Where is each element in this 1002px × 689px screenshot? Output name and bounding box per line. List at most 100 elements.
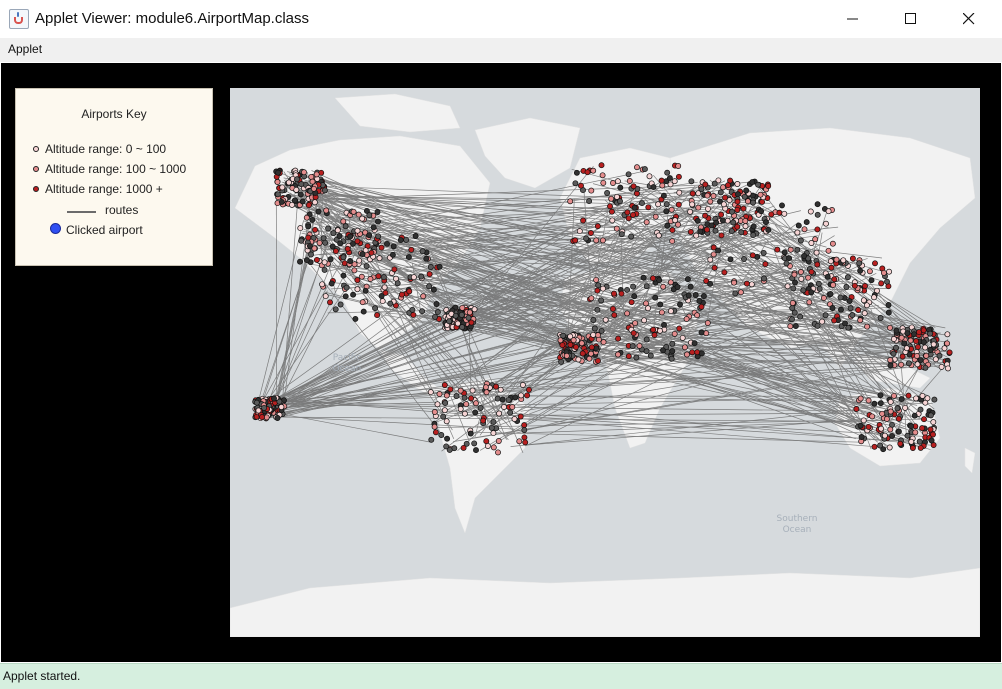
airport-marker	[661, 322, 666, 327]
airport-marker	[845, 275, 850, 280]
airport-marker	[680, 335, 685, 340]
airport-marker	[906, 393, 911, 398]
airport-marker	[458, 406, 463, 411]
airport-marker	[603, 317, 608, 322]
airport-marker	[670, 349, 675, 354]
airport-marker	[807, 300, 812, 305]
close-button[interactable]	[946, 0, 992, 38]
airport-marker	[381, 275, 386, 280]
airport-marker	[928, 347, 933, 352]
clicked-airport-label: Clicked airport	[66, 223, 143, 237]
airport-marker	[808, 209, 813, 214]
airport-marker	[314, 172, 319, 177]
airport-marker	[498, 387, 503, 392]
airport-marker	[893, 345, 898, 350]
key-row-low: Altitude range: 0 ~ 100	[45, 142, 166, 156]
airport-marker	[695, 218, 700, 223]
airport-marker	[815, 212, 820, 217]
airport-marker	[829, 265, 834, 270]
airport-marker	[664, 202, 669, 207]
airport-marker	[909, 424, 914, 429]
airport-marker	[858, 396, 863, 401]
airport-marker	[577, 229, 582, 234]
airport-marker	[614, 226, 619, 231]
airport-marker	[395, 281, 400, 286]
airport-marker	[632, 205, 637, 210]
airport-marker	[313, 227, 318, 232]
airport-marker	[903, 405, 908, 410]
airport-marker	[887, 445, 892, 450]
airport-marker	[605, 190, 610, 195]
airport-marker	[744, 188, 749, 193]
airport-marker	[722, 270, 727, 275]
title-bar: Applet Viewer: module6.AirportMap.class	[0, 0, 1002, 39]
airport-marker	[735, 192, 740, 197]
airport-marker	[341, 219, 346, 224]
airport-marker	[601, 180, 606, 185]
airport-marker	[407, 289, 412, 294]
airport-marker	[902, 341, 907, 346]
airport-marker	[427, 284, 432, 289]
airport-marker	[458, 388, 463, 393]
airport-marker	[756, 182, 761, 187]
airport-marker	[311, 186, 316, 191]
airport-marker	[813, 237, 818, 242]
map-svg[interactable]: Pacific Ocean Southern Ocean	[230, 88, 980, 637]
airport-marker	[355, 287, 360, 292]
airport-marker	[308, 252, 313, 257]
airport-marker	[729, 209, 734, 214]
airport-marker	[888, 363, 893, 368]
minimize-button[interactable]	[830, 0, 876, 38]
airport-marker	[675, 284, 680, 289]
menu-applet[interactable]: Applet	[8, 42, 42, 56]
airport-marker	[419, 274, 424, 279]
airport-marker	[879, 281, 884, 286]
airport-marker	[491, 445, 496, 450]
airport-marker	[735, 207, 740, 212]
airport-marker	[925, 396, 930, 401]
airport-marker	[368, 276, 373, 281]
airport-marker	[673, 218, 678, 223]
airport-marker	[858, 268, 863, 273]
airport-marker	[587, 199, 592, 204]
airport-marker	[867, 269, 872, 274]
airport-marker	[677, 190, 682, 195]
airport-marker	[574, 170, 579, 175]
maximize-button[interactable]	[888, 0, 934, 38]
airport-marker	[454, 394, 459, 399]
world-map[interactable]: Pacific Ocean Southern Ocean	[230, 88, 980, 637]
airport-marker	[594, 238, 599, 243]
airport-marker	[348, 258, 353, 263]
airport-marker	[352, 268, 357, 273]
airport-marker	[612, 313, 617, 318]
airport-marker	[896, 416, 901, 421]
airport-marker	[695, 313, 700, 318]
airport-marker	[643, 301, 648, 306]
airport-marker	[704, 331, 709, 336]
airport-marker	[428, 390, 433, 395]
key-row-label: Altitude range: 0 ~ 100	[45, 142, 166, 156]
airport-marker	[609, 209, 614, 214]
airport-marker	[437, 264, 442, 269]
airport-marker	[625, 311, 630, 316]
airport-marker	[887, 269, 892, 274]
airport-marker	[725, 218, 730, 223]
airport-marker	[831, 282, 836, 287]
airport-marker	[461, 445, 466, 450]
airport-marker	[685, 277, 690, 282]
airport-marker	[522, 427, 527, 432]
airport-marker	[607, 204, 612, 209]
airport-marker	[741, 256, 746, 261]
airport-marker	[659, 310, 664, 315]
airport-marker	[914, 339, 919, 344]
airport-marker	[668, 309, 673, 314]
airport-marker	[931, 420, 936, 425]
airport-marker	[420, 309, 425, 314]
airport-marker	[512, 416, 517, 421]
airport-marker	[294, 187, 299, 192]
airport-marker	[947, 350, 952, 355]
airport-marker	[769, 212, 774, 217]
airport-marker	[286, 180, 291, 185]
airport-marker	[676, 202, 681, 207]
airport-marker	[912, 413, 917, 418]
